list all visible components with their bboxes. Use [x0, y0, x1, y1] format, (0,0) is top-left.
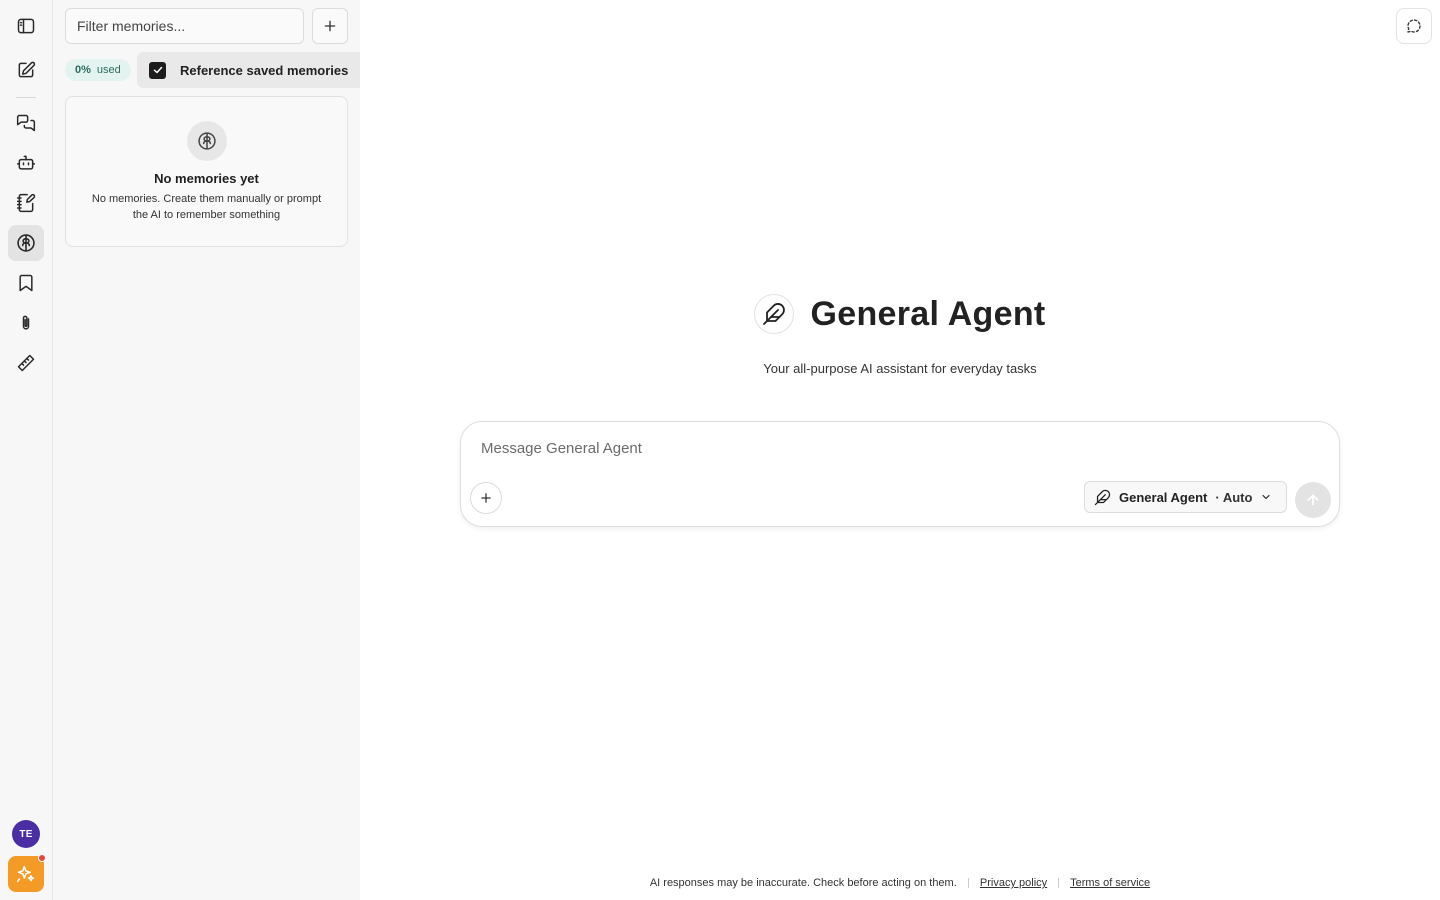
ruler-icon: [17, 354, 35, 372]
agent-hero: General Agent: [360, 294, 1440, 334]
filter-memories-input[interactable]: [65, 8, 304, 44]
user-avatar[interactable]: TE: [12, 820, 40, 848]
memory-usage-badge: 0% used: [65, 59, 131, 81]
memories-panel: 0% used Reference saved memories No memo…: [53, 0, 360, 900]
chat-options-button[interactable]: [1396, 8, 1432, 44]
footer-separator: [967, 878, 969, 889]
dashed-chat-icon: [1407, 19, 1421, 33]
sparkle-button[interactable]: [8, 856, 44, 892]
brain-icon: [197, 132, 216, 150]
send-button[interactable]: [1295, 482, 1331, 518]
usage-label: used: [96, 64, 121, 76]
usage-percent: 0%: [75, 64, 91, 76]
attach-button[interactable]: [470, 482, 502, 514]
agent-mode-select[interactable]: General Agent · Auto: [1084, 481, 1287, 513]
bot-icon: [16, 155, 36, 170]
empty-state-description: No memories. Create them manually or pro…: [91, 193, 322, 221]
memories-button[interactable]: [8, 225, 44, 261]
footer-separator: [1058, 878, 1060, 889]
tools-button[interactable]: [8, 345, 44, 381]
empty-state-title: No memories yet: [154, 171, 259, 186]
privacy-policy-link[interactable]: Privacy policy: [980, 877, 1047, 889]
footer: AI responses may be inaccurate. Check be…: [360, 877, 1440, 889]
agent-subtitle: Your all-purpose AI assistant for everyd…: [763, 361, 1037, 376]
notebook-icon: [16, 193, 36, 213]
attachments-button[interactable]: [8, 305, 44, 341]
sidebar-toggle-button[interactable]: [8, 8, 44, 44]
terms-of-service-link[interactable]: Terms of service: [1070, 877, 1150, 889]
chat-main: General Agent Your all-purpose AI assist…: [360, 0, 1440, 900]
agent-select-name: General Agent: [1119, 489, 1208, 505]
reference-memories-toggle[interactable]: Reference saved memories: [137, 52, 360, 88]
check-icon: [153, 66, 162, 74]
bookmark-icon: [19, 274, 33, 292]
reference-memories-checkbox[interactable]: [149, 61, 166, 79]
sidebar-toggle-icon: [17, 18, 35, 34]
reference-memories-label: Reference saved memories: [180, 62, 349, 78]
icon-rail: TE: [0, 0, 53, 900]
rail-divider: [16, 97, 36, 98]
new-chat-button[interactable]: [8, 52, 44, 88]
sparkle-icon: [16, 865, 35, 883]
app-window: TE 0% used Reference saved memories No m…: [0, 0, 1440, 900]
plus-icon: [324, 20, 336, 32]
agent-title: General Agent: [810, 294, 1046, 333]
agent-select-mode: · Auto: [1215, 489, 1253, 505]
footer-disclaimer: AI responses may be inaccurate. Check be…: [649, 877, 957, 889]
notebooks-button[interactable]: [8, 185, 44, 221]
feather-icon: [763, 303, 786, 325]
chevron-down-icon: [1260, 491, 1272, 503]
brain-icon: [17, 234, 35, 252]
notification-dot: [38, 854, 46, 862]
chats-icon: [16, 114, 36, 132]
agents-button[interactable]: [8, 145, 44, 181]
feather-icon: [1094, 489, 1111, 506]
empty-state-icon-wrap: [186, 121, 227, 161]
message-composer: General Agent · Auto: [460, 421, 1340, 527]
new-chat-icon: [18, 61, 36, 78]
chats-button[interactable]: [8, 105, 44, 141]
message-input[interactable]: [481, 436, 1301, 460]
bookmarks-button[interactable]: [8, 265, 44, 301]
add-memory-button[interactable]: [312, 8, 348, 44]
agent-avatar: [754, 294, 795, 334]
arrow-up-icon: [1307, 494, 1319, 506]
paperclip-icon: [22, 315, 30, 330]
plus-icon: [481, 493, 491, 503]
memories-empty-state: No memories yet No memories. Create them…: [65, 96, 348, 247]
